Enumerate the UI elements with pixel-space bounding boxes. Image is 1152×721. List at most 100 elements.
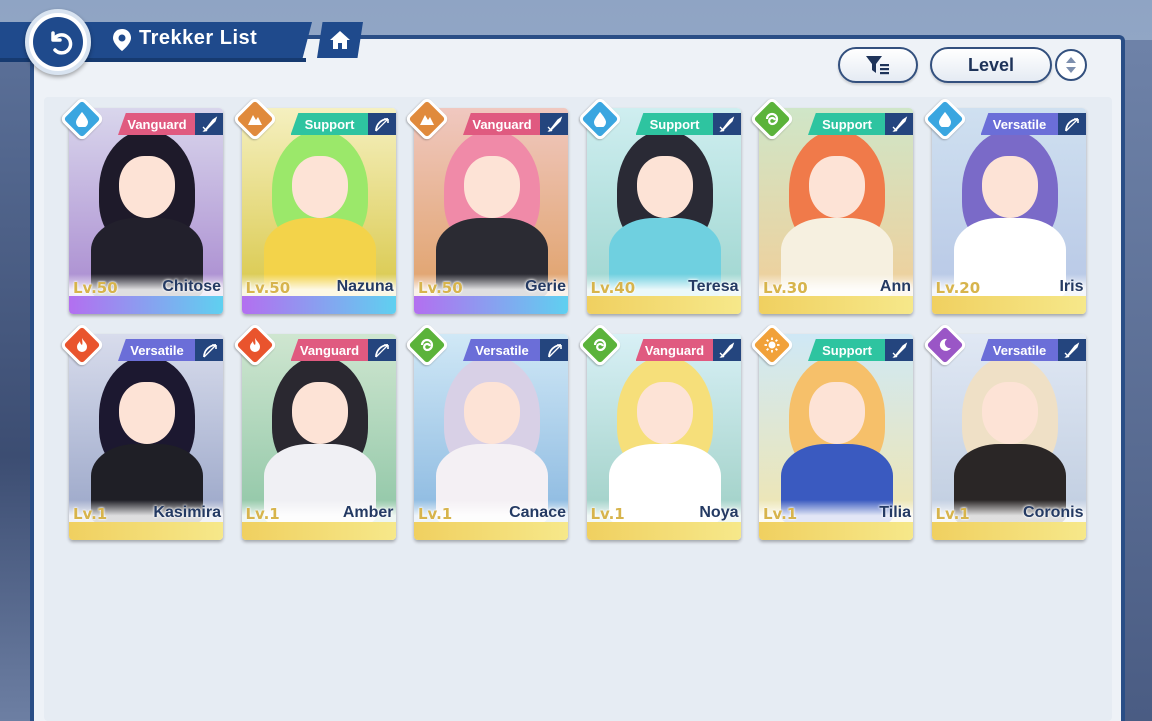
sword-icon: [1057, 339, 1086, 361]
trekker-name: Chitose: [162, 278, 221, 295]
sword-icon: [712, 339, 741, 361]
role-badge: Support: [635, 113, 714, 135]
role-badge: Versatile: [980, 339, 1059, 361]
card-rarity-bar: [759, 522, 913, 540]
role-badge: Versatile: [980, 113, 1059, 135]
trekker-card-amber[interactable]: Lv.1 Amber Vanguard: [241, 334, 396, 540]
back-icon: [33, 17, 83, 67]
trekker-portrait: [414, 334, 568, 524]
trekker-portrait: [586, 108, 741, 298]
portrait-face: [809, 156, 865, 218]
trekker-name: Canace: [509, 504, 566, 521]
trekker-level: Lv.1: [935, 505, 970, 523]
sort-by-level-button[interactable]: Level: [930, 47, 1052, 83]
bow-icon: [1057, 113, 1086, 135]
trekker-card-noya[interactable]: Lv.1 Noya Vanguard: [586, 334, 741, 540]
trekker-card-chitose[interactable]: Lv.50 Chitose Vanguard: [69, 108, 223, 314]
trekker-name: Ann: [879, 278, 911, 295]
trekker-level: Lv.50: [245, 279, 291, 297]
sword-icon: [885, 113, 913, 135]
trekker-portrait: [931, 334, 1086, 524]
bow-icon: [540, 339, 568, 361]
trekker-level: Lv.40: [590, 279, 636, 297]
back-button[interactable]: [25, 9, 91, 75]
trekker-portrait: [241, 334, 396, 524]
trekker-level: Lv.1: [245, 505, 280, 523]
trekker-level: Lv.1: [590, 505, 625, 523]
trekker-name: Tilia: [879, 504, 911, 521]
card-rarity-bar: [241, 296, 396, 314]
role-badge: Versatile: [118, 339, 196, 361]
card-rarity-bar: [586, 522, 741, 540]
trekker-card-kasimira[interactable]: Lv.1 Kasimira Versatile: [69, 334, 223, 540]
sword-icon: [540, 113, 568, 135]
trekker-name: Teresa: [688, 278, 739, 295]
trekker-level: Lv.1: [763, 505, 798, 523]
portrait-face: [291, 156, 348, 218]
filter-icon: [866, 56, 889, 75]
trekker-card-nazuna[interactable]: Lv.50 Nazuna Support: [241, 108, 396, 314]
bow-icon: [195, 339, 223, 361]
role-badge: Vanguard: [635, 339, 714, 361]
card-rarity-bar: [931, 522, 1086, 540]
trekker-portrait: [69, 108, 223, 298]
bow-icon: [367, 339, 396, 361]
card-rarity-bar: [241, 522, 396, 540]
trekker-level: Lv.50: [73, 279, 118, 297]
card-rarity-bar: [414, 522, 568, 540]
trekker-portrait: [586, 334, 741, 524]
card-rarity-bar: [69, 296, 223, 314]
sort-arrows-icon: [1066, 57, 1076, 73]
home-button[interactable]: [317, 22, 363, 58]
portrait-face: [464, 382, 520, 444]
card-rarity-bar: [586, 296, 741, 314]
trekker-card-iris[interactable]: Lv.20 Iris Versatile: [931, 108, 1086, 314]
trekker-portrait: [241, 108, 396, 298]
trekker-level: Lv.30: [763, 279, 808, 297]
trekker-portrait: [759, 334, 913, 524]
trekker-name: Nazuna: [336, 278, 394, 295]
trekker-level: Lv.1: [418, 505, 453, 523]
trekker-card-teresa[interactable]: Lv.40 Teresa Support: [586, 108, 741, 314]
portrait-face: [119, 382, 175, 444]
trekker-card-gerie[interactable]: Lv.50 Gerie Vanguard: [414, 108, 568, 314]
portrait-face: [636, 156, 693, 218]
role-badge: Versatile: [463, 339, 541, 361]
page-title: Trekker List: [139, 27, 258, 49]
role-badge: Vanguard: [463, 113, 541, 135]
trekker-card-ann[interactable]: Lv.30 Ann Support: [759, 108, 913, 314]
role-badge: Support: [808, 339, 886, 361]
filter-button[interactable]: [838, 47, 918, 83]
trekker-name: Gerie: [525, 278, 566, 295]
card-rarity-bar: [759, 296, 913, 314]
bow-icon: [367, 113, 396, 135]
role-badge: Vanguard: [118, 113, 196, 135]
portrait-face: [291, 382, 348, 444]
sword-icon: [712, 113, 741, 135]
trekker-level: Lv.1: [73, 505, 108, 523]
trekker-portrait: [414, 108, 568, 298]
trekker-name: Kasimira: [153, 504, 221, 521]
trekker-card-tilia[interactable]: Lv.1 Tilia Support: [759, 334, 913, 540]
card-rarity-bar: [414, 296, 568, 314]
portrait-face: [464, 156, 520, 218]
background-left: [0, 60, 30, 721]
trekker-card-coronis[interactable]: Lv.1 Coronis Versatile: [931, 334, 1086, 540]
home-icon: [330, 31, 350, 49]
trekker-portrait: [759, 108, 913, 298]
sort-order-toggle[interactable]: [1055, 49, 1087, 81]
role-badge: Vanguard: [290, 339, 369, 361]
trekker-card-canace[interactable]: Lv.1 Canace Versatile: [414, 334, 568, 540]
trekker-level: Lv.50: [418, 279, 463, 297]
portrait-face: [636, 382, 693, 444]
background-right: [1124, 40, 1152, 721]
portrait-face: [119, 156, 175, 218]
sword-icon: [885, 339, 913, 361]
role-badge: Support: [290, 113, 369, 135]
portrait-face: [981, 156, 1038, 218]
trekker-portrait: [931, 108, 1086, 298]
sword-icon: [195, 113, 223, 135]
card-rarity-bar: [69, 522, 223, 540]
trekker-name: Coronis: [1023, 504, 1084, 521]
trekker-name: Iris: [1059, 278, 1084, 295]
